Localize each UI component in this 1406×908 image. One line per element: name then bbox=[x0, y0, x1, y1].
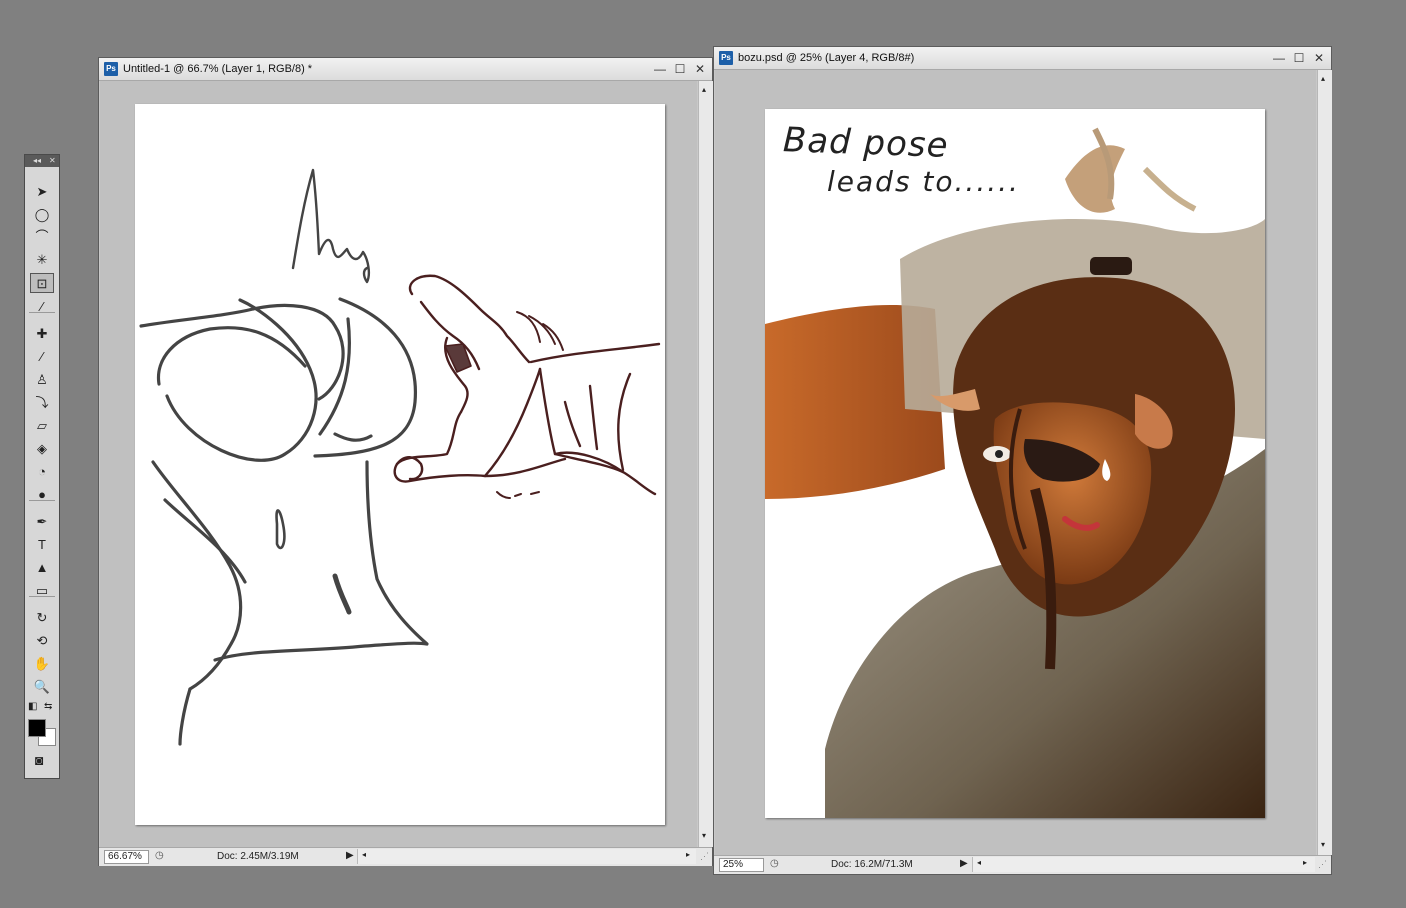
document-window-untitled: Ps Untitled-1 @ 66.7% (Layer 1, RGB/8) *… bbox=[98, 57, 713, 866]
status-options-icon[interactable]: ◷ bbox=[770, 858, 779, 869]
eyedropper-tool-icon[interactable]: ⁄ bbox=[30, 296, 54, 316]
sketch-drawing bbox=[139, 168, 661, 746]
window-titlebar[interactable]: Ps bozu.psd @ 25% (Layer 4, RGB/8#) — ☐ … bbox=[714, 47, 1331, 70]
magic-wand-tool-icon[interactable]: ✳ bbox=[30, 249, 54, 269]
horizontal-scrollbar[interactable]: ◂ ▸ bbox=[972, 857, 1315, 872]
elliptical-marquee-tool-icon[interactable]: ◯ bbox=[30, 204, 54, 224]
rectangle-tool-icon[interactable]: ▭ bbox=[30, 580, 54, 600]
handwritten-note-line2: leads to...... bbox=[827, 165, 1020, 198]
horizontal-scrollbar[interactable]: ◂ ▸ bbox=[357, 849, 696, 864]
scroll-up-icon[interactable]: ▴ bbox=[702, 85, 706, 94]
window-title: Untitled-1 @ 66.7% (Layer 1, RGB/8) * bbox=[123, 63, 313, 75]
vertical-scrollbar[interactable]: ▴ ▾ bbox=[1317, 70, 1332, 855]
maximize-icon[interactable]: ☐ bbox=[672, 61, 688, 77]
resize-grip-icon[interactable]: ⋰ bbox=[700, 851, 709, 862]
collapse-icon[interactable]: ◂◂ bbox=[33, 155, 41, 167]
tools-panel: ◂◂ ✕ ➤ ◯ ⌒ ✳ ⊡ ⁄ ✚ ∕ ♙ ⤵ ▱ ◈ ◔ ● ✒ T ▲ ▭ ↻ ⟲ ✋ 🔍 ◧ ⇆ ◙ bbox=[24, 154, 60, 779]
swap-colors-icon[interactable]: ⇆ bbox=[44, 701, 52, 712]
minimize-icon[interactable]: — bbox=[652, 61, 668, 77]
paint-bucket-tool-icon[interactable]: ◈ bbox=[30, 438, 54, 458]
canvas-area[interactable]: Bad pose leads to...... bbox=[715, 70, 1316, 855]
resize-grip-icon[interactable]: ⋰ bbox=[1318, 859, 1327, 870]
foreground-color-swatch[interactable] bbox=[28, 719, 46, 737]
type-tool-icon[interactable]: T bbox=[30, 534, 54, 554]
scroll-right-icon[interactable]: ▸ bbox=[686, 850, 690, 859]
zoom-tool-icon[interactable]: 🔍 bbox=[30, 676, 54, 696]
path-selection-tool-icon[interactable]: ▲ bbox=[30, 557, 54, 577]
status-options-icon[interactable]: ◷ bbox=[155, 850, 164, 861]
crop-tool-icon[interactable]: ⊡ bbox=[30, 273, 54, 293]
default-colors-icon[interactable]: ◧ bbox=[28, 701, 37, 712]
status-bar: 25% ◷ Doc: 16.2M/71.3M ▶ ◂ ▸ ⋰ bbox=[714, 855, 1331, 874]
tools-panel-header[interactable]: ◂◂ ✕ bbox=[25, 155, 59, 167]
document-size-info: Doc: 16.2M/71.3M bbox=[831, 859, 913, 870]
eraser-tool-icon[interactable]: ▱ bbox=[30, 415, 54, 435]
window-title: bozu.psd @ 25% (Layer 4, RGB/8#) bbox=[738, 52, 915, 64]
healing-brush-tool-icon[interactable]: ✚ bbox=[30, 323, 54, 343]
3d-rotate-tool-icon[interactable]: ⟲ bbox=[30, 630, 54, 650]
zoom-level-field[interactable]: 25% bbox=[719, 858, 764, 872]
close-icon[interactable]: ✕ bbox=[49, 155, 56, 167]
scroll-left-icon[interactable]: ◂ bbox=[977, 858, 981, 867]
history-brush-tool-icon[interactable]: ⤵ bbox=[30, 392, 54, 412]
status-menu-arrow-icon[interactable]: ▶ bbox=[346, 850, 354, 861]
maximize-icon[interactable]: ☐ bbox=[1291, 50, 1307, 66]
canvas-paper[interactable]: Bad pose leads to...... bbox=[765, 109, 1265, 818]
minimize-icon[interactable]: — bbox=[1271, 50, 1287, 66]
scroll-down-icon[interactable]: ▾ bbox=[1321, 840, 1325, 849]
canvas-paper[interactable] bbox=[135, 104, 665, 825]
status-bar: 66.67% ◷ Doc: 2.45M/3.19M ▶ ◂ ▸ ⋰ bbox=[99, 847, 712, 866]
vertical-scrollbar[interactable]: ▴ ▾ bbox=[698, 81, 713, 847]
close-icon[interactable]: ✕ bbox=[1311, 50, 1327, 66]
scroll-right-icon[interactable]: ▸ bbox=[1303, 858, 1307, 867]
tool-separator bbox=[29, 500, 55, 501]
polygonal-lasso-tool-icon[interactable]: ⌒ bbox=[30, 226, 54, 246]
hand-tool-icon[interactable]: ✋ bbox=[30, 653, 54, 673]
pen-tool-icon[interactable]: ✒ bbox=[30, 511, 54, 531]
move-tool-icon[interactable]: ➤ bbox=[30, 181, 54, 201]
document-size-info: Doc: 2.45M/3.19M bbox=[217, 851, 299, 862]
rotate-view-tool-icon[interactable]: ↻ bbox=[30, 607, 54, 627]
photoshop-icon: Ps bbox=[104, 62, 118, 76]
document-window-bozu: Ps bozu.psd @ 25% (Layer 4, RGB/8#) — ☐ … bbox=[713, 46, 1332, 875]
photoshop-icon: Ps bbox=[719, 51, 733, 65]
scroll-down-icon[interactable]: ▾ bbox=[702, 831, 706, 840]
painting-monk-illustration bbox=[765, 127, 1265, 818]
quick-mask-icon[interactable]: ◙ bbox=[35, 752, 43, 768]
scroll-up-icon[interactable]: ▴ bbox=[1321, 74, 1325, 83]
blur-tool-icon[interactable]: ◔ bbox=[30, 461, 54, 481]
dodge-tool-icon[interactable]: ● bbox=[30, 484, 54, 504]
scroll-left-icon[interactable]: ◂ bbox=[362, 850, 366, 859]
tool-separator bbox=[29, 312, 55, 313]
handwritten-note-line1: Bad pose bbox=[782, 120, 950, 166]
zoom-level-field[interactable]: 66.67% bbox=[104, 850, 149, 864]
close-icon[interactable]: ✕ bbox=[692, 61, 708, 77]
clone-stamp-tool-icon[interactable]: ♙ bbox=[30, 369, 54, 389]
window-titlebar[interactable]: Ps Untitled-1 @ 66.7% (Layer 1, RGB/8) *… bbox=[99, 58, 712, 81]
status-menu-arrow-icon[interactable]: ▶ bbox=[960, 858, 968, 869]
tool-separator bbox=[29, 596, 55, 597]
canvas-area[interactable] bbox=[100, 81, 697, 847]
brush-tool-icon[interactable]: ∕ bbox=[30, 346, 54, 366]
